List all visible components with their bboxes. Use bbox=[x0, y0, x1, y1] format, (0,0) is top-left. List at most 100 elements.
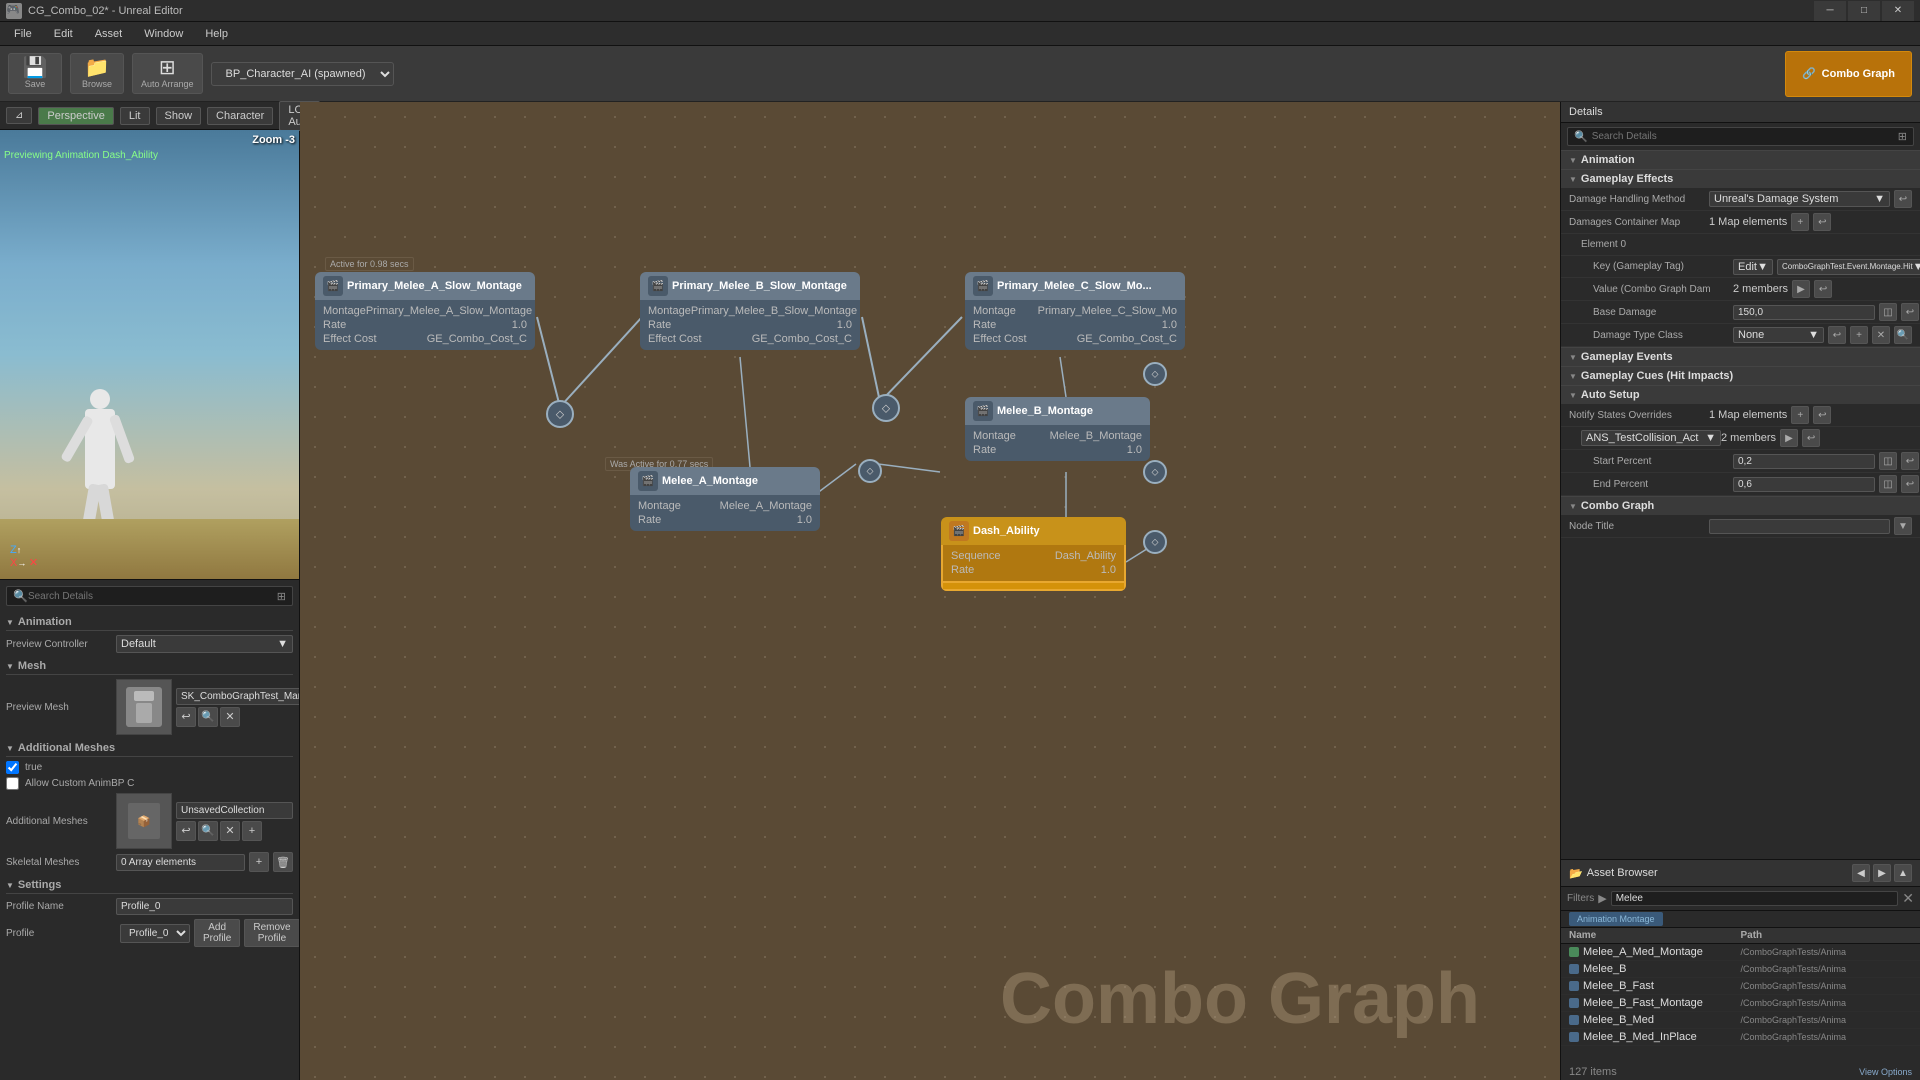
slider-icon[interactable]: ◫ bbox=[1879, 303, 1897, 321]
mesh-reset-icon[interactable]: ↩ bbox=[176, 707, 196, 727]
add-mesh-add-icon[interactable]: + bbox=[242, 821, 262, 841]
viewport[interactable]: Previewing Animation Dash_Ability Zoom -… bbox=[0, 130, 299, 580]
damage-type-val: None ▼ ↩ + ✕ 🔍 bbox=[1733, 326, 1912, 344]
node-primary-a[interactable]: 🎬 Primary_Melee_A_Slow_Montage MontagePr… bbox=[315, 272, 535, 350]
asset-nav-up[interactable]: ▲ bbox=[1894, 864, 1912, 882]
auto-setup-section: Auto Setup Notify States Overrides 1 Map… bbox=[1561, 385, 1920, 496]
node-melee-b[interactable]: 🎬 Melee_B_Montage MontageMelee_B_Montage… bbox=[965, 397, 1150, 461]
key-edit-dropdown[interactable]: Edit▼ bbox=[1733, 259, 1773, 275]
additional-meshes-header[interactable]: Additional Meshes bbox=[6, 738, 293, 757]
auto-arrange-button[interactable]: ⊞ Auto Arrange bbox=[132, 53, 203, 94]
damage-handling-dropdown[interactable]: Unreal's Damage System ▼ bbox=[1709, 191, 1890, 207]
asset-row[interactable]: Melee_B_Med /ComboGraphTests/Anima bbox=[1561, 1012, 1920, 1029]
end-percent-input[interactable] bbox=[1733, 477, 1875, 492]
auto-setup-header[interactable]: Auto Setup bbox=[1561, 385, 1920, 404]
reset-icon[interactable]: ↩ bbox=[1802, 429, 1820, 447]
key-value-dropdown[interactable]: ComboGraphTest.Event.Montage.Hit ▼ bbox=[1777, 259, 1920, 275]
lit-button[interactable]: Lit bbox=[120, 107, 150, 125]
reset-icon[interactable]: ↩ bbox=[1894, 190, 1912, 208]
asset-row[interactable]: Melee_B /ComboGraphTests/Anima bbox=[1561, 961, 1920, 978]
reset-icon[interactable]: ↩ bbox=[1814, 280, 1832, 298]
menu-asset[interactable]: Asset bbox=[85, 26, 133, 42]
browse-button[interactable]: 📁 Browse bbox=[70, 53, 124, 94]
mesh-browse-icon[interactable]: 🔍 bbox=[198, 707, 218, 727]
clear-filter-button[interactable]: ✕ bbox=[1902, 890, 1914, 907]
maximize-button[interactable]: □ bbox=[1848, 1, 1880, 21]
menu-file[interactable]: File bbox=[4, 26, 42, 42]
expand-icon[interactable]: ▶ bbox=[1780, 429, 1798, 447]
node-primary-b[interactable]: 🎬 Primary_Melee_B_Slow_Montage MontagePr… bbox=[640, 272, 860, 350]
cross-icon[interactable]: ✕ bbox=[1872, 326, 1890, 344]
reset-icon[interactable]: ↩ bbox=[1901, 452, 1919, 470]
mesh-clear-icon[interactable]: ✕ bbox=[220, 707, 240, 727]
start-percent-input[interactable] bbox=[1733, 454, 1875, 469]
slider-icon[interactable]: ◫ bbox=[1879, 452, 1897, 470]
node-dash[interactable]: Active for 0.66 secs 🎬 Dash_Ability Sequ… bbox=[941, 517, 1126, 591]
menu-window[interactable]: Window bbox=[134, 26, 193, 42]
asset-row[interactable]: Melee_B_Fast /ComboGraphTests/Anima bbox=[1561, 978, 1920, 995]
settings-section-header[interactable]: Settings bbox=[6, 875, 293, 894]
node-primary-c[interactable]: 🎬 Primary_Melee_C_Slow_Mo... MontagePrim… bbox=[965, 272, 1185, 350]
base-damage-input[interactable] bbox=[1733, 305, 1875, 320]
view-options-button[interactable]: View Options bbox=[1859, 1067, 1912, 1077]
add-mesh-browse-icon[interactable]: 🔍 bbox=[198, 821, 218, 841]
actor-dropdown[interactable]: BP_Character_AI (spawned) bbox=[211, 62, 394, 86]
allow-custom-animBP-checkbox[interactable] bbox=[6, 777, 19, 790]
chevron-down-icon[interactable]: ▼ bbox=[1894, 517, 1912, 535]
preview-controller-dropdown[interactable]: Default ▼ bbox=[116, 635, 293, 653]
reset-icon[interactable]: ↩ bbox=[1813, 406, 1831, 424]
asset-row[interactable]: Melee_B_Med_InPlace /ComboGraphTests/Ani… bbox=[1561, 1029, 1920, 1046]
animation-section[interactable]: Animation bbox=[1561, 150, 1920, 169]
profile-name-input[interactable] bbox=[116, 898, 293, 915]
asset-nav-forward[interactable]: ▶ bbox=[1873, 864, 1891, 882]
gameplay-events-header[interactable]: Gameplay Events bbox=[1561, 347, 1920, 366]
menu-edit[interactable]: Edit bbox=[44, 26, 83, 42]
reset-icon[interactable]: ↩ bbox=[1901, 303, 1919, 321]
show-button[interactable]: Show bbox=[156, 107, 202, 125]
slider-icon[interactable]: ◫ bbox=[1879, 475, 1897, 493]
mesh-section-header[interactable]: Mesh bbox=[6, 656, 293, 675]
node-melee-a[interactable]: 🎬 Melee_A_Montage MontageMelee_A_Montage… bbox=[630, 467, 820, 531]
gameplay-cues-header[interactable]: Gameplay Cues (Hit Impacts) bbox=[1561, 366, 1920, 385]
perspective-button[interactable]: Perspective bbox=[38, 107, 113, 125]
save-button[interactable]: 💾 Save bbox=[8, 53, 62, 94]
node-title-input[interactable] bbox=[1709, 519, 1890, 534]
add-profile-button[interactable]: Add Profile bbox=[194, 919, 240, 947]
asset-nav-back[interactable]: ◀ bbox=[1852, 864, 1870, 882]
menu-help[interactable]: Help bbox=[195, 26, 238, 42]
details-search-input[interactable] bbox=[1592, 131, 1894, 142]
animation-section-header[interactable]: Animation bbox=[6, 612, 293, 631]
expand-icon[interactable]: ▶ bbox=[1792, 280, 1810, 298]
profile-dropdown[interactable]: Profile_0 bbox=[120, 924, 190, 943]
damage-type-dropdown[interactable]: None ▼ bbox=[1733, 327, 1824, 343]
combo-graph-button[interactable]: 🔗 Combo Graph bbox=[1785, 51, 1912, 97]
details-search-bar: 🔍 ⊞ bbox=[1567, 127, 1914, 146]
filter-input[interactable] bbox=[1611, 891, 1899, 906]
grid-view-icon[interactable]: ⊞ bbox=[1898, 130, 1907, 143]
add-mesh-clear-icon[interactable]: ✕ bbox=[220, 821, 240, 841]
reset-icon[interactable]: ↩ bbox=[1901, 475, 1919, 493]
grid-icon[interactable]: ⊞ bbox=[277, 590, 286, 603]
remove-profile-button[interactable]: Remove Profile bbox=[244, 919, 299, 947]
add-icon[interactable]: + bbox=[1791, 213, 1809, 231]
graph-canvas[interactable]: Active for 0.98 secs Was Active for 0.77… bbox=[300, 102, 1560, 1080]
reset-icon[interactable]: ↩ bbox=[1813, 213, 1831, 231]
minimize-button[interactable]: ─ bbox=[1814, 1, 1846, 21]
asset-row[interactable]: Melee_A_Med_Montage /ComboGraphTests/Ani… bbox=[1561, 944, 1920, 961]
viewport-toggle-button[interactable]: ⊿ bbox=[6, 107, 32, 124]
add-mesh-reset-icon[interactable]: ↩ bbox=[176, 821, 196, 841]
skeletal-mesh-add-icon[interactable]: + bbox=[249, 852, 269, 872]
reset-icon[interactable]: ↩ bbox=[1828, 326, 1846, 344]
add-icon[interactable]: + bbox=[1850, 326, 1868, 344]
close-button[interactable]: ✕ bbox=[1882, 1, 1914, 21]
combo-graph-section-header[interactable]: Combo Graph bbox=[1561, 496, 1920, 515]
character-button[interactable]: Character bbox=[207, 107, 273, 125]
ans-dropdown[interactable]: ANS_TestCollision_Act▼ bbox=[1581, 430, 1721, 446]
asset-row[interactable]: Melee_B_Fast_Montage /ComboGraphTests/An… bbox=[1561, 995, 1920, 1012]
left-search-input[interactable] bbox=[28, 591, 277, 602]
allow-diff-skeleton-checkbox[interactable] bbox=[6, 761, 19, 774]
gameplay-effects-header[interactable]: Gameplay Effects bbox=[1561, 169, 1920, 188]
browse-icon[interactable]: 🔍 bbox=[1894, 326, 1912, 344]
add-icon[interactable]: + bbox=[1791, 406, 1809, 424]
skeletal-mesh-remove-icon[interactable]: 🗑 bbox=[273, 852, 293, 872]
